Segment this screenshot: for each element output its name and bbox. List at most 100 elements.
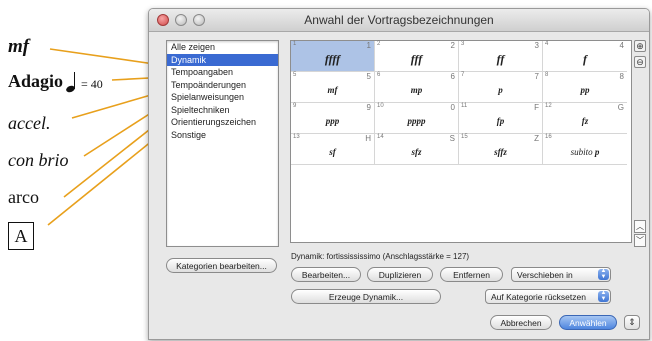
annotation-mf: mf <box>8 36 30 57</box>
cell-symbol: pp <box>580 85 590 95</box>
cell-number: 9 <box>293 103 297 109</box>
cell-shortcut: 2 <box>450 41 455 50</box>
status-text: Dynamik: fortissississimo (Anschlagsstär… <box>291 252 470 261</box>
cell-number: 15 <box>461 134 468 140</box>
annotation-rehearsal-mark: A <box>8 222 34 250</box>
annotation-tempo: = 40 <box>81 77 103 91</box>
cell-shortcut: G <box>617 103 624 112</box>
dynamics-grid: 1 1 ffff 2 2 fff 3 3 ff 4 4 f 5 5 mf 6 6… <box>290 40 632 243</box>
reset-category-label: Auf Kategorie rücksetzen <box>491 292 586 302</box>
window-title: Anwahl der Vortragsbezeichnungen <box>304 13 494 27</box>
zoom-out-icon[interactable]: ⊖ <box>634 56 646 68</box>
cell-shortcut: S <box>449 134 455 143</box>
category-item-tempoangaben[interactable]: Tempoangaben <box>167 66 278 79</box>
cell-symbol: subito p <box>543 147 627 157</box>
zoom-in-icon[interactable]: ⊕ <box>634 40 646 52</box>
grid-cell[interactable]: 13 H sf <box>291 134 375 165</box>
cell-shortcut: 6 <box>450 72 455 81</box>
cell-number: 12 <box>545 103 552 109</box>
move-into-label: Verschieben in <box>517 270 573 280</box>
cell-shortcut: 0 <box>450 103 455 112</box>
cell-number: 2 <box>377 41 381 47</box>
cancel-button[interactable]: Abbrechen <box>490 315 552 330</box>
cell-symbol-mark: p <box>594 147 600 157</box>
cell-number: 7 <box>461 72 465 78</box>
cell-shortcut: 4 <box>619 41 624 50</box>
annotation-con-brio: con brio <box>8 150 69 170</box>
grid-cell[interactable]: 6 6 mp <box>375 72 459 103</box>
cell-number: 3 <box>461 41 465 47</box>
category-item-all[interactable]: Alle zeigen <box>167 41 278 54</box>
cell-number: 16 <box>545 134 552 140</box>
cell-number: 5 <box>293 72 297 78</box>
cell-number: 14 <box>377 134 384 140</box>
grid-cell[interactable]: 7 7 p <box>459 72 543 103</box>
cell-number: 1 <box>293 41 297 47</box>
grid-cell[interactable]: 2 2 fff <box>375 41 459 72</box>
move-into-select[interactable]: Verschieben in ▲ ▼ <box>511 267 611 282</box>
cell-shortcut: 9 <box>366 103 371 112</box>
chevron-updown-icon: ▲ ▼ <box>598 290 609 302</box>
cell-symbol: fff <box>410 52 423 66</box>
cell-symbol-word: subito <box>570 147 593 157</box>
cell-shortcut: 5 <box>366 72 371 81</box>
category-list: Alle zeigen Dynamik Tempoangaben Tempoän… <box>166 40 279 247</box>
grid-cell[interactable]: 5 5 mf <box>291 72 375 103</box>
cell-shortcut: F <box>534 103 539 112</box>
cell-symbol: p <box>498 85 503 95</box>
edit-button[interactable]: Bearbeiten... <box>291 267 361 282</box>
cell-shortcut: 7 <box>534 72 539 81</box>
cell-number: 13 <box>293 134 300 140</box>
dialog-window: Anwahl der Vortragsbezeichnungen Alle ze… <box>148 8 650 340</box>
edit-categories-button[interactable]: Kategorien bearbeiten... <box>166 258 277 273</box>
cell-number: 11 <box>461 103 468 109</box>
cell-symbol: fz <box>581 116 589 126</box>
select-button[interactable]: Anwählen <box>559 315 617 330</box>
category-item-spielanweisungen[interactable]: Spielanweisungen <box>167 91 278 104</box>
cell-number: 6 <box>377 72 381 78</box>
chevron-updown-icon: ▲ ▼ <box>598 268 609 280</box>
scroll-down-icon[interactable]: ﹀ <box>634 234 646 247</box>
remove-button[interactable]: Entfernen <box>440 267 503 282</box>
category-item-tempoaenderungen[interactable]: Tempoänderungen <box>167 79 278 92</box>
category-item-dynamik[interactable]: Dynamik <box>167 53 278 66</box>
grid-cell[interactable]: 14 S sfz <box>375 134 459 165</box>
cell-shortcut: Z <box>534 134 539 143</box>
cell-shortcut: 3 <box>534 41 539 50</box>
cell-symbol: sfz <box>411 147 422 157</box>
category-item-sonstige[interactable]: Sonstige <box>167 129 278 142</box>
cell-symbol: ppp <box>325 116 340 126</box>
category-item-spieltechniken[interactable]: Spieltechniken <box>167 104 278 117</box>
cell-symbol: fp <box>496 116 505 126</box>
grid-cell[interactable]: 15 Z sffz <box>459 134 543 165</box>
grid-cell[interactable]: 8 8 pp <box>543 72 627 103</box>
scroll-up-icon[interactable]: ︿ <box>634 220 646 233</box>
reset-category-select[interactable]: Auf Kategorie rücksetzen ▲ ▼ <box>485 289 611 304</box>
annotation-accel: accel. <box>8 113 51 133</box>
cell-symbol: mf <box>327 85 338 95</box>
annotation-adagio: Adagio = 40 <box>8 71 103 94</box>
grid-cell[interactable]: 1 1 ffff <box>291 41 375 72</box>
grid-cell[interactable]: 3 3 ff <box>459 41 543 72</box>
cell-symbol: sffz <box>494 147 507 157</box>
cell-symbol: mp <box>410 85 423 95</box>
cell-symbol: pppp <box>407 116 426 126</box>
cell-shortcut: 8 <box>619 72 624 81</box>
grid-cell[interactable]: 12 G fz <box>543 103 627 134</box>
grid-cell[interactable]: 16 subito p <box>543 134 627 165</box>
cell-symbol: f <box>583 52 587 66</box>
cell-symbol: sf <box>329 147 336 157</box>
grid-cell[interactable]: 10 0 pppp <box>375 103 459 134</box>
gear-icon[interactable]: ⇕ <box>624 315 640 330</box>
annotation-arco: arco <box>8 187 39 207</box>
quarter-note-icon <box>65 72 80 94</box>
title-bar: Anwahl der Vortragsbezeichnungen <box>149 9 649 32</box>
create-dynamic-button[interactable]: Erzeuge Dynamik... <box>291 289 441 304</box>
grid-cell[interactable]: 4 4 f <box>543 41 627 72</box>
grid-cell[interactable]: 11 F fp <box>459 103 543 134</box>
duplicate-button[interactable]: Duplizieren <box>367 267 433 282</box>
annotation-adagio-text: Adagio <box>8 71 64 91</box>
category-item-orientierungszeichen[interactable]: Orientierungszeichen <box>167 116 278 129</box>
grid-cell[interactable]: 9 9 ppp <box>291 103 375 134</box>
cell-number: 4 <box>545 41 549 47</box>
